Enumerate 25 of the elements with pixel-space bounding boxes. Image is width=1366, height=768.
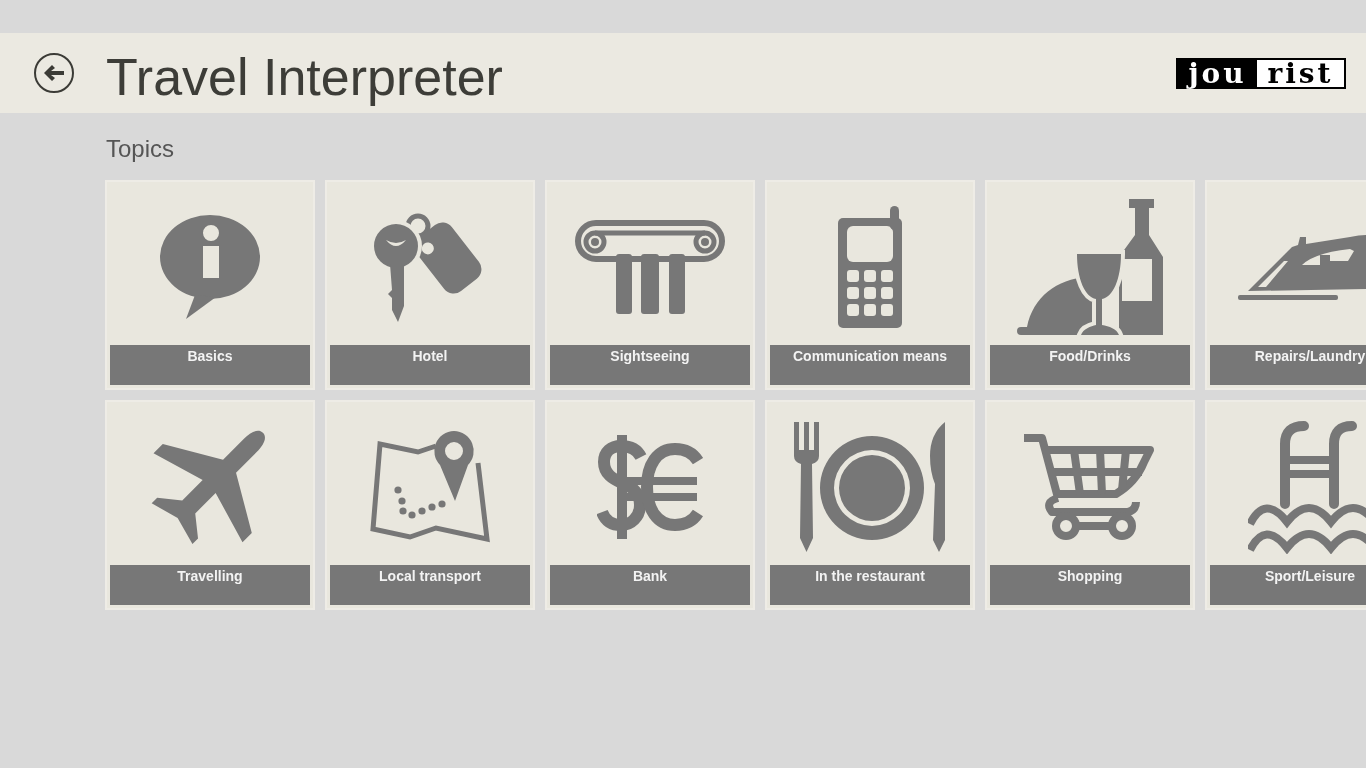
topic-tile[interactable]: Basics [105, 180, 315, 390]
topic-tile[interactable]: Bank [545, 400, 755, 610]
section-heading: Topics [106, 135, 175, 163]
column-icon [575, 219, 725, 314]
topic-tile[interactable]: Travelling [105, 400, 315, 610]
topic-tile[interactable]: Sport/Leisure [1205, 400, 1366, 610]
topic-tile[interactable]: Sightseeing [545, 180, 755, 390]
mobile-phone-icon [838, 205, 902, 328]
currency-icon [597, 434, 703, 539]
shopping-cart-icon [1024, 431, 1156, 542]
topic-tile[interactable]: In the restaurant [765, 400, 975, 610]
back-button[interactable] [34, 53, 74, 93]
brand-logo: jou rist [1176, 57, 1346, 89]
cloche-wine-icon [1017, 198, 1163, 335]
topic-tile[interactable]: Repairs/Laundry [1205, 180, 1366, 390]
topic-tile[interactable]: Local transport [325, 400, 535, 610]
topic-tile[interactable]: Shopping [985, 400, 1195, 610]
topic-tile[interactable]: Communication means [765, 180, 975, 390]
info-bubble-icon [160, 214, 260, 319]
left-arrow-icon [44, 65, 64, 81]
topic-tile[interactable]: Hotel [325, 180, 535, 390]
plate-cutlery-icon [794, 421, 946, 552]
topic-tile[interactable]: Food/Drinks [985, 180, 1195, 390]
pool-ladder-icon [1248, 419, 1366, 554]
map-pin-icon [370, 428, 490, 545]
